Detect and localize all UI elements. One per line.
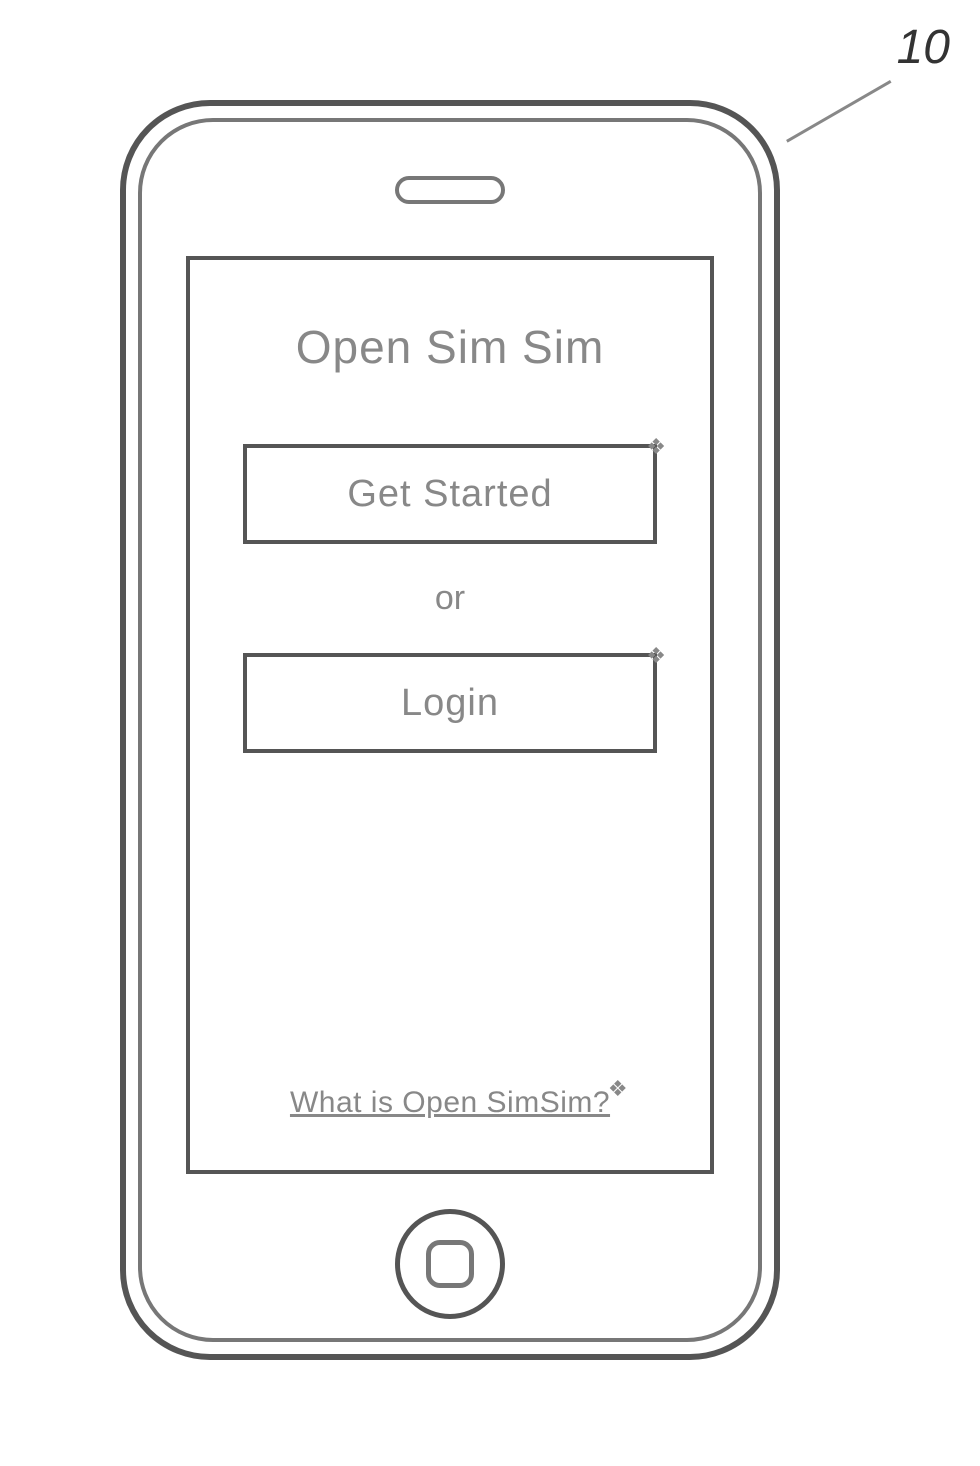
login-button[interactable]: Login ❖ [243,653,657,753]
app-screen: Open Sim Sim Get Started ❖ or Login ❖ Wh… [186,256,714,1174]
get-started-button[interactable]: Get Started ❖ [243,444,657,544]
get-started-button-label: Get Started [347,473,552,516]
callout-leader-line [786,80,920,192]
help-link-label: What is Open SimSim? [290,1086,610,1119]
phone-device-frame: Open Sim Sim Get Started ❖ or Login ❖ Wh… [120,100,780,1360]
app-title: Open Sim Sim [296,320,605,374]
help-link[interactable]: What is Open SimSim? ❖ [290,1086,610,1120]
or-divider: or [435,579,465,618]
callout-label-10: 10 [897,20,950,75]
annotation-mark-icon: ❖ [646,643,667,669]
home-button[interactable] [395,1209,505,1319]
annotation-mark-icon: ❖ [646,434,667,460]
phone-speaker-icon [395,176,505,204]
login-button-label: Login [401,682,499,725]
home-button-icon [426,1240,474,1288]
annotation-mark-icon: ❖ [608,1076,628,1102]
